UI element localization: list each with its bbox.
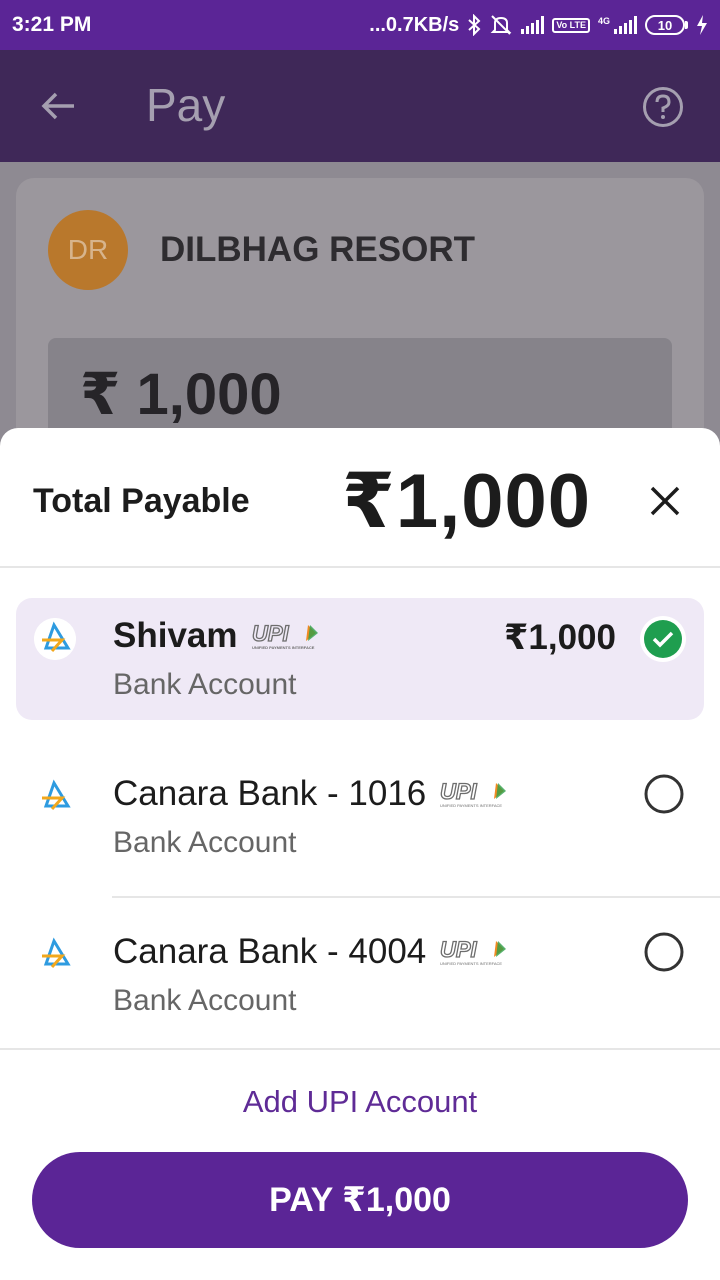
signal-4g-icon: [614, 16, 637, 34]
account-name-text: Shivam: [113, 616, 238, 655]
upi-logo: UPI UNIFIED PAYMENTS INTERFACE: [440, 779, 507, 808]
bank-logo-icon: [42, 779, 71, 811]
avatar: DR: [48, 210, 128, 290]
net-speed: ...0.7KB/s: [369, 13, 460, 36]
status-time: 3:21 PM: [12, 13, 92, 36]
arrow-left-icon[interactable]: [38, 86, 78, 126]
battery-icon: 10: [645, 15, 688, 35]
page-title: Pay: [146, 79, 226, 131]
svg-text:UPI: UPI: [440, 779, 478, 804]
account-name: Canara Bank - 1016 UPI UNIFIED PAYMENTS …: [113, 774, 510, 814]
divider: [112, 896, 720, 898]
account-item-canara-4004[interactable]: Canara Bank - 4004 UPI UNIFIED PAYMENTS …: [16, 914, 704, 1036]
svg-text:UNIFIED PAYMENTS INTERFACE: UNIFIED PAYMENTS INTERFACE: [440, 961, 502, 966]
bank-logo-icon: [34, 618, 76, 660]
total-payable-amount: ₹1,000: [342, 459, 592, 544]
account-item-shivam[interactable]: Shivam UPI UNIFIED PAYMENTS INTERFACE Ba…: [16, 598, 704, 720]
account-item-canara-1016[interactable]: Canara Bank - 1016 UPI UNIFIED PAYMENTS …: [16, 756, 704, 878]
mute-icon: [490, 15, 512, 35]
svg-text:UPI: UPI: [440, 937, 478, 962]
radio-button-icon[interactable]: [643, 931, 685, 973]
account-type: Bank Account: [113, 826, 297, 859]
toolbar: Pay: [0, 50, 720, 162]
total-payable-label: Total Payable: [33, 482, 250, 520]
check-circle-icon[interactable]: [640, 616, 686, 662]
charging-icon: [697, 15, 707, 35]
add-upi-account-link[interactable]: Add UPI Account: [0, 1084, 720, 1120]
svg-text:UNIFIED PAYMENTS INTERFACE: UNIFIED PAYMENTS INTERFACE: [252, 645, 315, 650]
bank-logo-icon: [42, 937, 71, 969]
account-name-text: Canara Bank - 4004: [113, 932, 427, 971]
battery-tip: [685, 21, 688, 29]
account-name-text: Canara Bank - 1016: [113, 774, 427, 813]
account-type: Bank Account: [113, 668, 297, 701]
signal-icon: [521, 16, 545, 34]
status-bar: 3:21 PM ...0.7KB/s Vo LTE 4G 10: [0, 0, 720, 50]
amount-input-value: ₹ 1,000: [80, 362, 282, 427]
pay-button-label: PAY ₹1,000: [269, 1181, 451, 1219]
status-icons: ...0.7KB/s Vo LTE 4G 10: [369, 14, 708, 37]
help-circle-icon[interactable]: [642, 86, 684, 128]
volte-icon: Vo LTE: [552, 17, 590, 33]
account-name: Shivam UPI UNIFIED PAYMENTS INTERFACE: [113, 616, 322, 656]
pay-button[interactable]: PAY ₹1,000: [32, 1152, 688, 1248]
close-icon[interactable]: [648, 484, 682, 518]
bluetooth-icon: [468, 14, 481, 36]
payment-bottom-sheet: Total Payable ₹1,000 Shivam UPI UNIFIED …: [0, 428, 720, 1280]
svg-text:UNIFIED PAYMENTS INTERFACE: UNIFIED PAYMENTS INTERFACE: [440, 803, 502, 808]
radio-button-icon[interactable]: [643, 773, 685, 815]
divider: [0, 566, 720, 568]
account-type: Bank Account: [113, 984, 297, 1017]
upi-logo: UPI UNIFIED PAYMENTS INTERFACE: [251, 621, 318, 650]
account-amount: ₹1,000: [504, 618, 616, 657]
battery-level: 10: [645, 15, 685, 35]
account-name: Canara Bank - 4004 UPI UNIFIED PAYMENTS …: [113, 932, 510, 972]
svg-text:UPI: UPI: [252, 621, 290, 646]
upi-logo: UPI UNIFIED PAYMENTS INTERFACE: [440, 937, 507, 966]
merchant-name: DILBHAG RESORT: [160, 230, 475, 269]
network-type: 4G: [597, 15, 610, 26]
divider: [0, 1048, 720, 1050]
